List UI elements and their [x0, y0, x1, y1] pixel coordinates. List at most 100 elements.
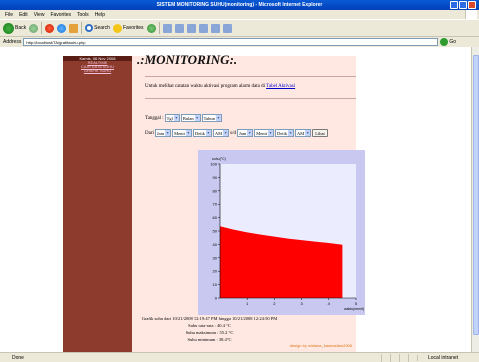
page-title: .:MONITORING:. [137, 52, 238, 67]
search-button[interactable]: Search [85, 24, 110, 32]
toolbar-divider [158, 22, 160, 34]
status-cell [408, 353, 417, 362]
messenger-icon[interactable] [210, 23, 220, 33]
from-hour-select[interactable]: Jam ▾ [154, 129, 172, 137]
favorites-button[interactable]: Favorites [112, 23, 144, 33]
home-icon[interactable] [69, 23, 79, 33]
min-temperature: Suhu minimum : 38.4°C [187, 337, 232, 342]
chevron-down-icon: ▾ [305, 130, 311, 136]
maximize-button[interactable] [459, 1, 467, 9]
back-arrow-icon [3, 22, 14, 34]
mail-icon[interactable] [162, 23, 172, 33]
vertical-scrollbar[interactable] [471, 47, 479, 352]
toolbar: Back Search Favorites [0, 19, 479, 36]
divider [145, 98, 356, 99]
chevron-down-icon: ▾ [268, 130, 273, 136]
max-temperature: Suhu maksimum : 55.2 °C [185, 330, 234, 335]
chevron-down-icon: ▾ [223, 130, 229, 136]
address-input[interactable]: http://localhost/TA/grafiksuhu.php [23, 38, 439, 46]
from-ampm-select[interactable]: AM ▾ [212, 129, 230, 137]
minimize-button[interactable] [450, 1, 458, 9]
from-second-select[interactable]: Detik ▾ [192, 129, 212, 137]
print-icon[interactable] [174, 23, 184, 33]
history-icon[interactable] [146, 23, 156, 33]
favorites-label: Favorites [122, 25, 144, 31]
go-button[interactable]: Go [440, 38, 456, 46]
browser-viewport[interactable]: Kamis, 06 Nov 2008 REALTIME CARI DATA SU… [0, 47, 471, 352]
close-button[interactable] [468, 1, 476, 9]
sidebar-link-grafik[interactable]: GRAFIK SUHU [63, 69, 132, 73]
go-arrow-icon [440, 38, 449, 46]
date-label: Tanggal : [145, 115, 164, 121]
menu-favorites[interactable]: Favorites [50, 12, 71, 18]
menu-file[interactable]: File [5, 12, 13, 18]
research-icon[interactable] [222, 23, 232, 33]
temperature-chart: 01020304050607080901001 2 3 4 5suhu(°C)waktu… [198, 150, 365, 315]
y-tick-label: 90 [213, 175, 218, 180]
y-tick-label: 100 [210, 162, 217, 167]
day-select[interactable]: Tgl ▾ [164, 114, 180, 122]
scrollbar-thumb[interactable] [473, 55, 479, 335]
y-axis-label: suhu(°C) [212, 157, 226, 161]
chevron-down-icon: ▾ [185, 130, 191, 136]
menu-bar: File Edit View Favorites Tools Help [0, 10, 479, 19]
intro-sentence: Untuk melihat catatan waktu aktivasi pro… [145, 84, 265, 89]
intro-text: Untuk melihat catatan waktu aktivasi pro… [145, 84, 295, 89]
status-cell [399, 353, 408, 362]
status-cell [390, 353, 399, 362]
view-button[interactable]: Lihat [312, 129, 328, 137]
status-bar: Done Local intranet [0, 352, 479, 362]
windows-logo-icon [465, 10, 477, 19]
back-label: Back [15, 25, 27, 31]
menu-tools[interactable]: Tools [77, 12, 89, 18]
y-tick-label: 70 [213, 202, 218, 207]
search-label: Search [94, 25, 110, 31]
from-minute-select[interactable]: Menit ▾ [172, 129, 192, 137]
to-minute-select[interactable]: Menit ▾ [254, 129, 274, 137]
stop-icon[interactable] [45, 23, 55, 33]
toolbar-divider [81, 22, 83, 34]
chevron-down-icon: ▾ [288, 130, 293, 136]
address-bar: Address http://localhost/TA/grafiksuhu.p… [0, 36, 479, 47]
to-hour-select[interactable]: Jam ▾ [237, 129, 254, 137]
y-tick-label: 40 [213, 242, 218, 247]
month-select[interactable]: Bulan ▾ [180, 114, 201, 122]
from-label: Dari [145, 130, 154, 136]
forward-arrow-icon[interactable] [29, 23, 39, 33]
go-label: Go [449, 39, 457, 45]
y-tick-label: 50 [213, 229, 218, 234]
to-ampm-select[interactable]: AM ▾ [295, 129, 312, 137]
average-temperature: Suhu rata-rata : 40.4 °C [188, 323, 231, 328]
search-icon [85, 24, 94, 32]
back-button[interactable]: Back [3, 22, 27, 34]
y-tick-label: 30 [213, 255, 218, 260]
refresh-icon[interactable] [57, 23, 67, 33]
chart-caption: Grafik suhu dari 10/21/2008 12:19:47 PM … [141, 316, 278, 321]
y-tick-label: 20 [213, 269, 218, 274]
y-tick-label: 60 [213, 215, 218, 220]
chevron-down-icon: ▾ [215, 115, 221, 121]
chevron-down-icon: ▾ [194, 115, 200, 121]
date-row: Tanggal : Tgl ▾ Bulan ▾ Tahun ▾ [145, 114, 222, 122]
toolbar-divider [41, 22, 43, 34]
menu-view[interactable]: View [34, 12, 45, 18]
y-tick-label: 10 [213, 282, 218, 287]
page-container: Kamis, 06 Nov 2008 REALTIME CARI DATA SU… [63, 52, 365, 352]
status-cell [381, 353, 390, 362]
menu-edit[interactable]: Edit [19, 12, 28, 18]
window-titlebar[interactable]: SISTEM MONITORING SUHU(monitoring) - Mic… [0, 0, 479, 10]
chevron-down-icon: ▾ [173, 115, 179, 121]
time-range-row: Dari Jam ▾ Menit ▾ Detik ▾ AM ▾ s/d Jam ▾ Men… [145, 129, 328, 137]
year-select[interactable]: Tahun ▾ [201, 114, 222, 122]
address-url: http://localhost/TA/grafiksuhu.php [26, 39, 86, 45]
edit-icon[interactable] [186, 23, 196, 33]
security-zone: Local intranet [417, 354, 479, 361]
star-icon [112, 23, 122, 33]
discuss-icon[interactable] [198, 23, 208, 33]
window-title: SISTEM MONITORING SUHU(monitoring) - Mic… [156, 2, 323, 8]
menu-help[interactable]: Help [95, 12, 105, 18]
sidebar: Kamis, 06 Nov 2008 REALTIME CARI DATA SU… [63, 56, 132, 352]
activation-table-link[interactable]: Tabel Aktivasi [266, 84, 295, 89]
x-axis-label: waktu(menit) [344, 307, 364, 311]
to-second-select[interactable]: Detik ▾ [275, 129, 294, 137]
